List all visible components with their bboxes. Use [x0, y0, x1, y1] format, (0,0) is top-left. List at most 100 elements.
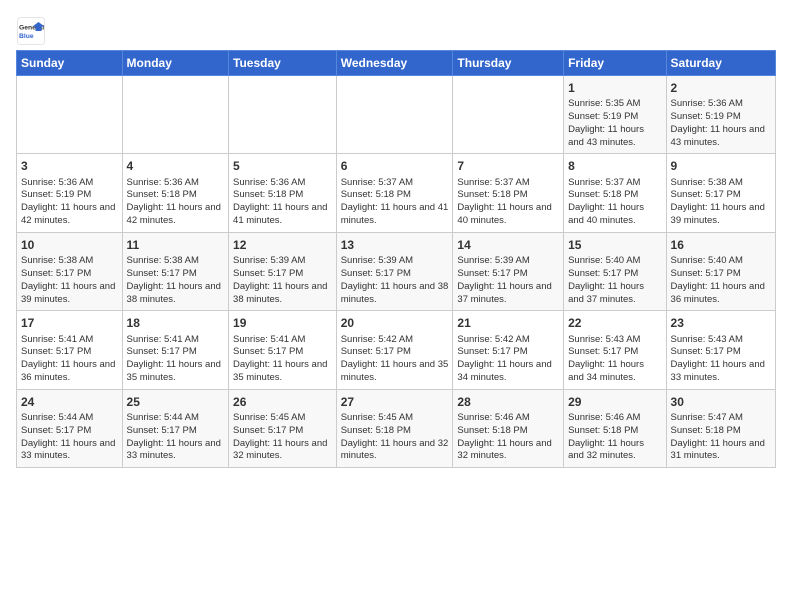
day-info: Daylight: 11 hours and 35 minutes. — [233, 359, 332, 385]
day-number: 15 — [568, 237, 661, 253]
day-number: 5 — [233, 158, 332, 174]
calendar-table: SundayMondayTuesdayWednesdayThursdayFrid… — [16, 50, 776, 468]
day-cell: 26Sunrise: 5:45 AMSunset: 5:17 PMDayligh… — [229, 389, 337, 467]
day-info: Sunrise: 5:40 AM — [671, 255, 771, 268]
day-number: 22 — [568, 315, 661, 331]
day-number: 25 — [127, 394, 225, 410]
day-info: Sunset: 5:17 PM — [457, 268, 559, 281]
day-number: 12 — [233, 237, 332, 253]
day-header-thursday: Thursday — [453, 51, 564, 76]
day-info: Sunrise: 5:46 AM — [568, 412, 661, 425]
day-cell: 6Sunrise: 5:37 AMSunset: 5:18 PMDaylight… — [336, 154, 453, 232]
day-number: 24 — [21, 394, 118, 410]
day-info: Daylight: 11 hours and 35 minutes. — [341, 359, 449, 385]
day-cell — [336, 76, 453, 154]
day-cell: 28Sunrise: 5:46 AMSunset: 5:18 PMDayligh… — [453, 389, 564, 467]
day-info: Sunrise: 5:45 AM — [341, 412, 449, 425]
svg-text:Blue: Blue — [19, 33, 34, 40]
logo: General Blue — [16, 16, 46, 46]
day-info: Sunset: 5:17 PM — [341, 268, 449, 281]
day-info: Daylight: 11 hours and 36 minutes. — [21, 359, 118, 385]
day-info: Sunset: 5:18 PM — [457, 425, 559, 438]
day-info: Sunset: 5:18 PM — [341, 189, 449, 202]
day-number: 6 — [341, 158, 449, 174]
day-number: 9 — [671, 158, 771, 174]
day-number: 2 — [671, 80, 771, 96]
day-number: 17 — [21, 315, 118, 331]
day-info: Sunrise: 5:42 AM — [341, 334, 449, 347]
day-cell: 8Sunrise: 5:37 AMSunset: 5:18 PMDaylight… — [564, 154, 666, 232]
day-info: Daylight: 11 hours and 36 minutes. — [671, 281, 771, 307]
day-info: Daylight: 11 hours and 38 minutes. — [233, 281, 332, 307]
day-info: Sunset: 5:19 PM — [568, 111, 661, 124]
day-number: 30 — [671, 394, 771, 410]
day-info: Daylight: 11 hours and 38 minutes. — [341, 281, 449, 307]
day-cell: 17Sunrise: 5:41 AMSunset: 5:17 PMDayligh… — [17, 311, 123, 389]
day-number: 21 — [457, 315, 559, 331]
header: General Blue — [16, 16, 776, 46]
day-info: Sunrise: 5:39 AM — [457, 255, 559, 268]
day-cell: 22Sunrise: 5:43 AMSunset: 5:17 PMDayligh… — [564, 311, 666, 389]
week-row-5: 24 Sunrise: 5:44 AMSunset: 5:17 PM Dayligh… — [17, 389, 776, 467]
day-info: Daylight: 11 hours and 32 minutes. — [341, 438, 449, 464]
day-info: Daylight: 11 hours and 32 minutes. — [568, 438, 661, 464]
day-header-friday: Friday — [564, 51, 666, 76]
day-info: Sunset: 5:17 PM — [127, 268, 225, 281]
day-number: 18 — [127, 315, 225, 331]
day-cell: 19Sunrise: 5:41 AMSunset: 5:17 PMDayligh… — [229, 311, 337, 389]
day-cell: 27Sunrise: 5:45 AMSunset: 5:18 PMDayligh… — [336, 389, 453, 467]
day-cell: 10Sunrise: 5:38 AMSunset: 5:17 PMDayligh… — [17, 232, 123, 310]
day-cell: 21Sunrise: 5:42 AMSunset: 5:17 PMDayligh… — [453, 311, 564, 389]
day-cell: 24Sunrise: 5:44 AMSunset: 5:17 PMDayligh… — [17, 389, 123, 467]
day-info: Sunrise: 5:36 AM — [21, 177, 118, 190]
day-info: Sunrise: 5:40 AM — [568, 255, 661, 268]
day-info: Sunset: 5:17 PM — [568, 268, 661, 281]
day-info: Sunset: 5:19 PM — [21, 189, 118, 202]
day-info: Sunset: 5:18 PM — [457, 189, 559, 202]
day-header-monday: Monday — [122, 51, 229, 76]
day-cell — [229, 76, 337, 154]
day-info: Sunrise: 5:36 AM — [127, 177, 225, 190]
day-info: Sunset: 5:17 PM — [671, 268, 771, 281]
day-info: Daylight: 11 hours and 43 minutes. — [568, 124, 661, 150]
day-number: 29 — [568, 394, 661, 410]
day-info: Sunset: 5:18 PM — [233, 189, 332, 202]
day-info: Sunrise: 5:37 AM — [568, 177, 661, 190]
week-row-2: 3Sunrise: 5:36 AMSunset: 5:19 PMDaylight… — [17, 154, 776, 232]
day-info: Sunrise: 5:38 AM — [127, 255, 225, 268]
day-number: 20 — [341, 315, 449, 331]
day-cell: 12Sunrise: 5:39 AMSunset: 5:17 PMDayligh… — [229, 232, 337, 310]
day-info: Daylight: 11 hours and 32 minutes. — [457, 438, 559, 464]
day-info: Daylight: 11 hours and 43 minutes. — [671, 124, 771, 150]
day-number: 4 — [127, 158, 225, 174]
day-info: Sunrise: 5:39 AM — [341, 255, 449, 268]
day-info: Sunrise: 5:44 AM — [127, 412, 225, 425]
day-cell: 15Sunrise: 5:40 AMSunset: 5:17 PMDayligh… — [564, 232, 666, 310]
day-info: Sunset: 5:17 PM — [233, 268, 332, 281]
day-info: Daylight: 11 hours and 32 minutes. — [233, 438, 332, 464]
day-info: Sunset: 5:17 PM — [127, 425, 225, 438]
day-info: Sunrise: 5:41 AM — [127, 334, 225, 347]
day-number: 26 — [233, 394, 332, 410]
day-info: Daylight: 11 hours and 41 minutes. — [341, 202, 449, 228]
day-cell: 9Sunrise: 5:38 AMSunset: 5:17 PMDaylight… — [666, 154, 775, 232]
day-header-tuesday: Tuesday — [229, 51, 337, 76]
day-number: 10 — [21, 237, 118, 253]
day-info: Sunset: 5:19 PM — [671, 111, 771, 124]
day-info: Sunrise: 5:38 AM — [21, 255, 118, 268]
day-number: 14 — [457, 237, 559, 253]
day-info: Sunrise: 5:42 AM — [457, 334, 559, 347]
day-info: Sunset: 5:17 PM — [21, 346, 118, 359]
day-cell: 29Sunrise: 5:46 AMSunset: 5:18 PMDayligh… — [564, 389, 666, 467]
day-info: Sunset: 5:17 PM — [21, 268, 118, 281]
day-number: 7 — [457, 158, 559, 174]
day-info: Daylight: 11 hours and 34 minutes. — [457, 359, 559, 385]
day-info: Daylight: 11 hours and 33 minutes. — [671, 359, 771, 385]
day-number: 1 — [568, 80, 661, 96]
day-info: Daylight: 11 hours and 34 minutes. — [568, 359, 661, 385]
day-info: Sunrise: 5:43 AM — [568, 334, 661, 347]
day-info: Sunrise: 5:37 AM — [457, 177, 559, 190]
day-info: Sunset: 5:17 PM — [127, 346, 225, 359]
day-info: Sunrise: 5:38 AM — [671, 177, 771, 190]
day-info: Sunrise: 5:47 AM — [671, 412, 771, 425]
